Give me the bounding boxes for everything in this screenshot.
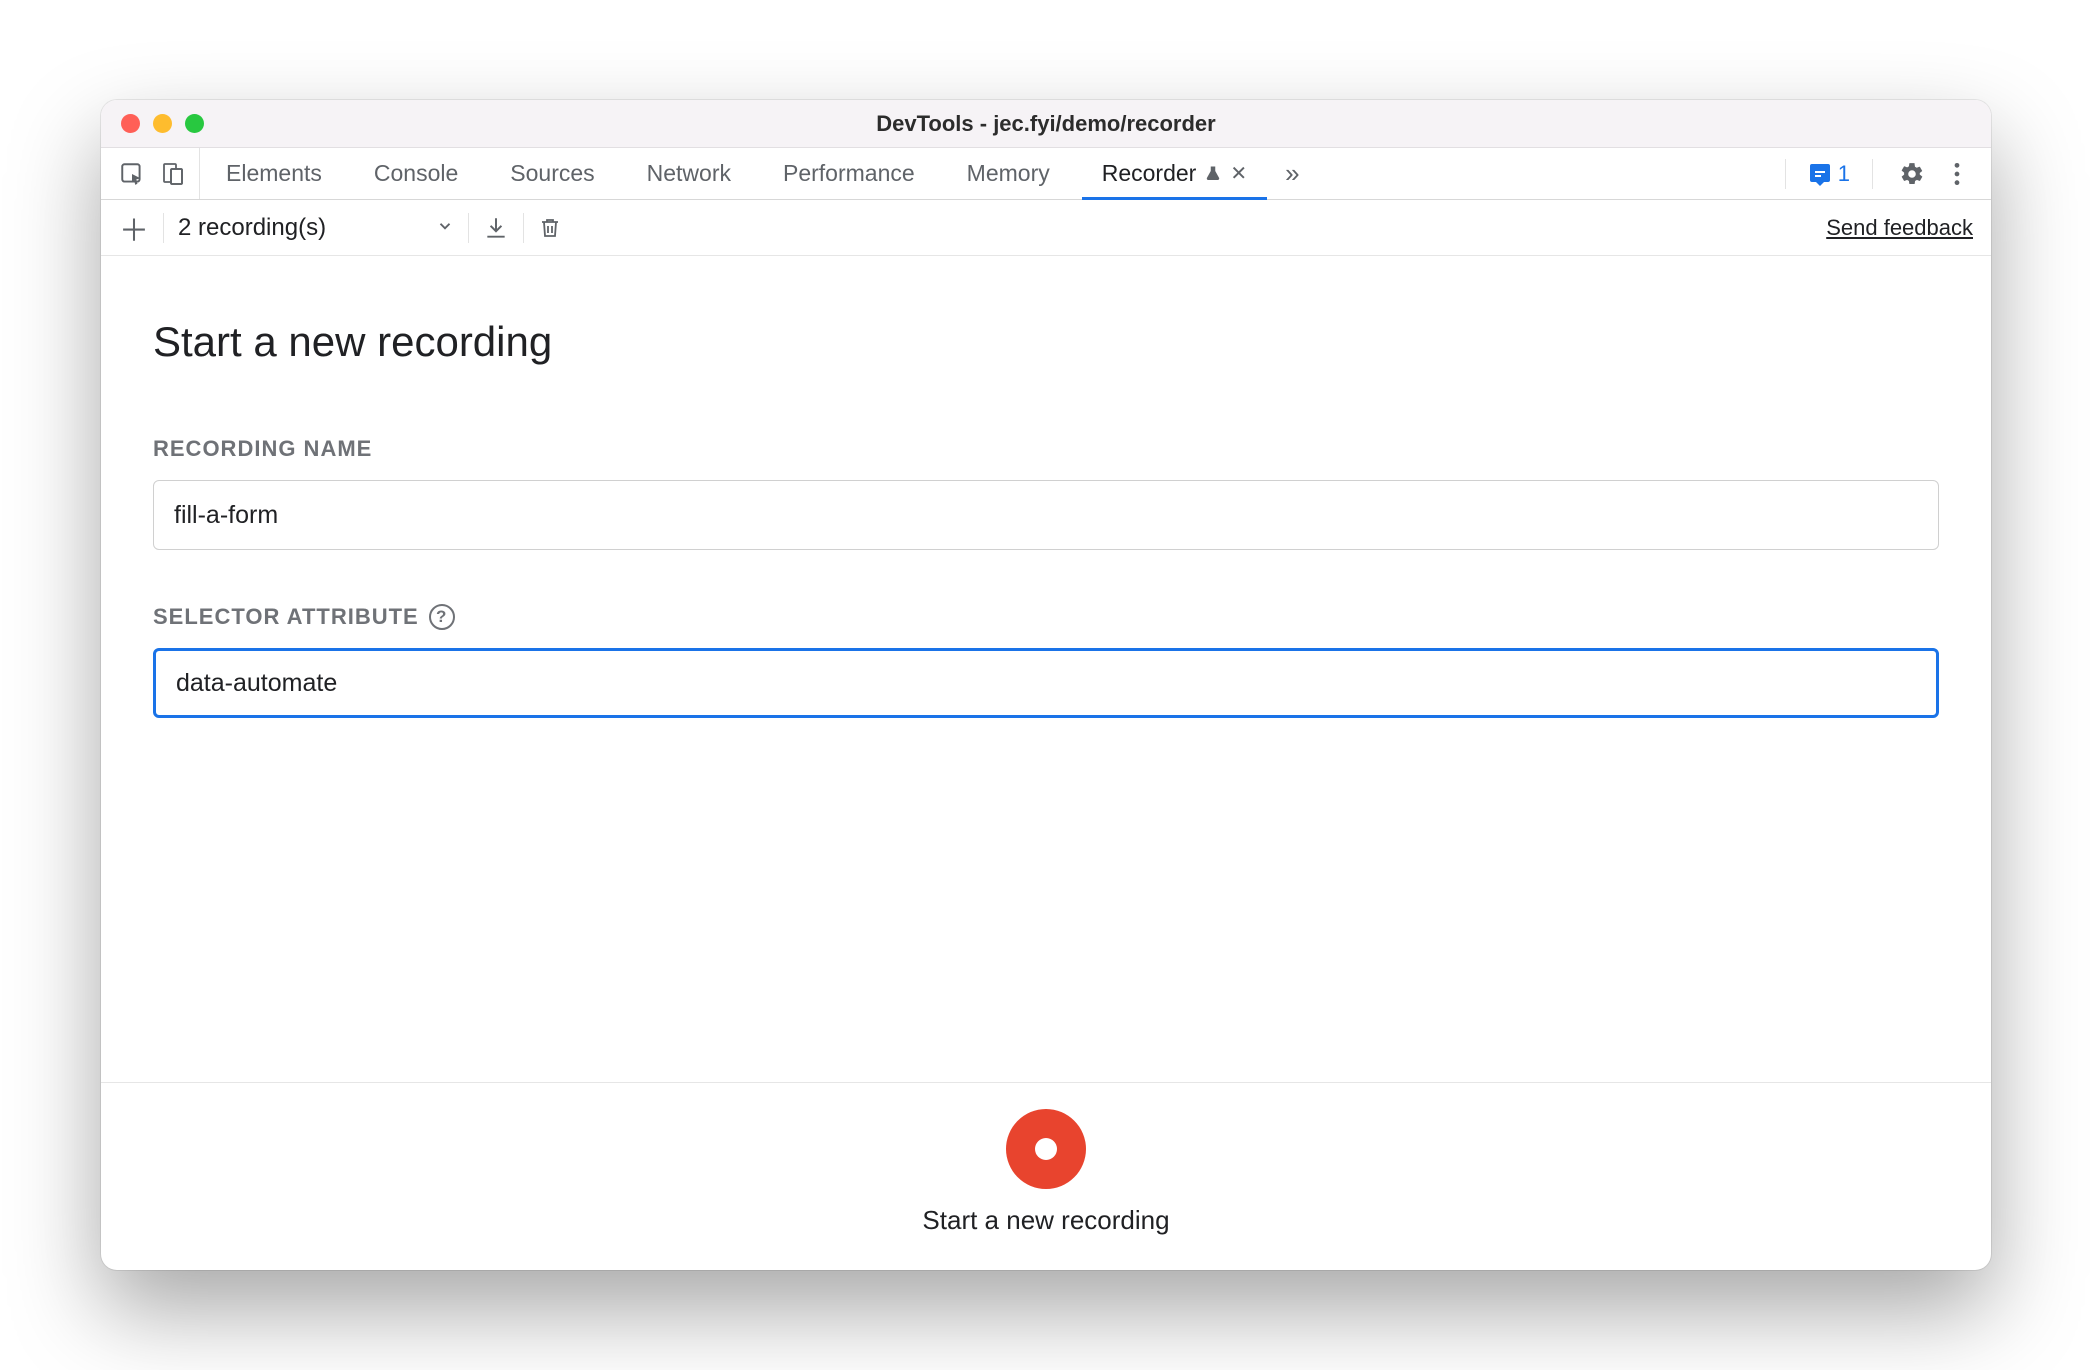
tabs: Elements Console Sources Network Perform…	[200, 148, 1312, 199]
chevron-down-icon	[436, 214, 454, 242]
tabstrip: Elements Console Sources Network Perform…	[101, 148, 1991, 200]
recording-name-label: RECORDING NAME	[153, 436, 1939, 462]
issues-count: 1	[1838, 161, 1850, 187]
window-title: DevTools - jec.fyi/demo/recorder	[101, 111, 1991, 137]
close-window-button[interactable]	[121, 114, 140, 133]
new-recording-button[interactable]: ＋	[119, 206, 149, 250]
device-toolbar-icon[interactable]	[161, 161, 185, 187]
tab-recorder[interactable]: Recorder ✕	[1076, 148, 1273, 199]
more-menu-button[interactable]	[1941, 161, 1973, 187]
page-title: Start a new recording	[153, 318, 1939, 366]
help-icon[interactable]: ?	[429, 604, 455, 630]
recording-name-input[interactable]	[153, 480, 1939, 550]
start-recording-button[interactable]	[1006, 1109, 1086, 1189]
tab-network[interactable]: Network	[621, 148, 757, 199]
start-recording-label: Start a new recording	[922, 1205, 1169, 1236]
delete-button[interactable]	[538, 215, 562, 241]
kebab-icon	[1953, 161, 1961, 187]
send-feedback-link[interactable]: Send feedback	[1826, 215, 1973, 240]
settings-button[interactable]	[1887, 161, 1937, 187]
maximize-window-button[interactable]	[185, 114, 204, 133]
trash-icon	[538, 215, 562, 241]
traffic-lights	[121, 114, 204, 133]
gear-icon	[1899, 161, 1925, 187]
devtools-window: DevTools - jec.fyi/demo/recorder Element…	[101, 100, 1991, 1270]
recording-name-field: RECORDING NAME	[153, 436, 1939, 550]
recorder-content: Start a new recording RECORDING NAME SEL…	[101, 256, 1991, 1082]
inspect-element-icon[interactable]	[119, 161, 145, 187]
download-icon	[483, 215, 509, 241]
tabstrip-left	[101, 148, 200, 199]
selector-attribute-label: SELECTOR ATTRIBUTE ?	[153, 604, 1939, 630]
selector-attribute-field: SELECTOR ATTRIBUTE ?	[153, 604, 1939, 718]
recording-select-label: 2 recording(s)	[178, 214, 326, 242]
tabstrip-right: 1	[1775, 148, 1981, 199]
export-button[interactable]	[483, 215, 509, 241]
recorder-toolbar: ＋ 2 recording(s) Send feedback	[101, 200, 1991, 256]
issues-icon	[1808, 162, 1832, 186]
more-tabs-button[interactable]: »	[1273, 148, 1311, 199]
selector-attribute-input[interactable]	[153, 648, 1939, 718]
issues-button[interactable]: 1	[1800, 161, 1858, 187]
tab-performance[interactable]: Performance	[757, 148, 941, 199]
titlebar: DevTools - jec.fyi/demo/recorder	[101, 100, 1991, 148]
tab-console[interactable]: Console	[348, 148, 484, 199]
minimize-window-button[interactable]	[153, 114, 172, 133]
close-tab-icon[interactable]: ✕	[1230, 161, 1247, 186]
tab-memory[interactable]: Memory	[941, 148, 1076, 199]
recording-select[interactable]: 2 recording(s)	[178, 214, 454, 242]
experiment-icon	[1204, 164, 1222, 184]
footer: Start a new recording	[101, 1082, 1991, 1270]
record-icon	[1035, 1138, 1057, 1160]
tab-sources[interactable]: Sources	[484, 148, 620, 199]
tab-elements[interactable]: Elements	[200, 148, 348, 199]
